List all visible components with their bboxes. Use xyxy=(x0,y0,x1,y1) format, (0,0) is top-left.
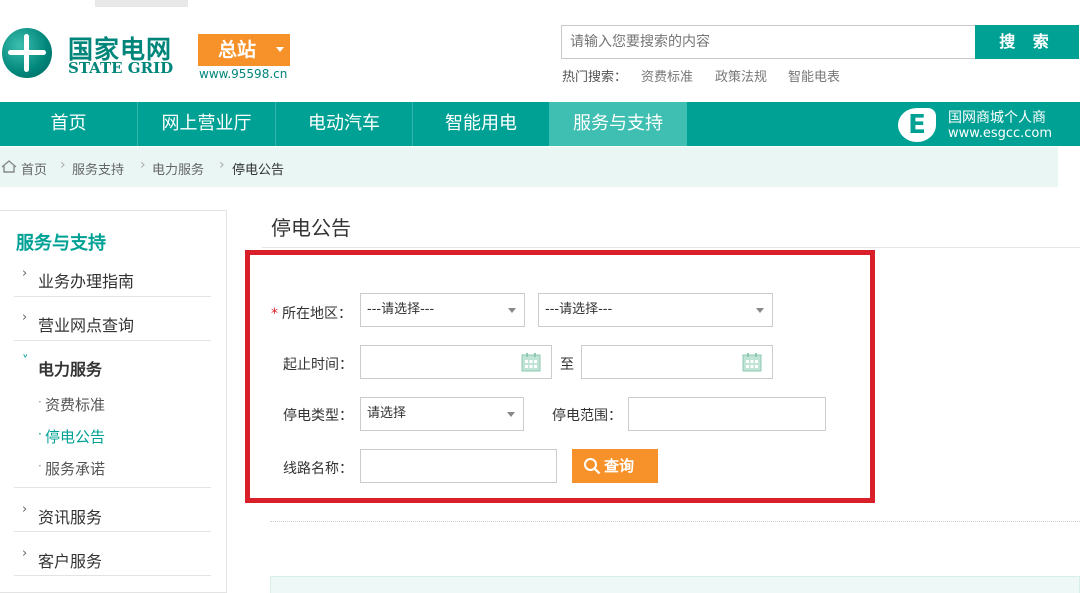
chevron-down-icon xyxy=(276,47,284,52)
bullet-icon: · xyxy=(38,459,42,473)
nav-electric-vehicle[interactable]: 电动汽车 xyxy=(276,102,412,146)
city-select[interactable]: ---请选择--- xyxy=(538,293,773,327)
title-divider xyxy=(262,247,1080,248)
chevron-right-icon: › xyxy=(22,266,28,281)
breadcrumb-outage-notice: 停电公告 xyxy=(232,163,285,178)
bullet-icon: · xyxy=(38,427,42,441)
date-range-separator: 至 xyxy=(560,357,574,373)
chevron-down-icon xyxy=(507,412,515,417)
province-select-value: ---请选择--- xyxy=(367,302,435,317)
sidebar-item-info-service[interactable]: 资讯服务 xyxy=(38,504,102,528)
sidebar-divider xyxy=(14,340,211,341)
logo-english-name: STATE GRID xyxy=(68,59,174,77)
results-panel xyxy=(270,576,1080,593)
page-root: 国家电网 STATE GRID 总站 www.95598.cn 搜 索 热门搜索… xyxy=(0,0,1080,593)
outage-range-input[interactable] xyxy=(628,397,826,431)
query-button-label: 查询 xyxy=(604,457,635,475)
hot-link-tariff[interactable]: 资费标准 xyxy=(641,66,693,85)
sidebar-divider xyxy=(14,575,211,576)
state-grid-logo[interactable]: 国家电网 STATE GRID xyxy=(0,24,180,84)
outage-range-label: 停电范围： xyxy=(552,408,622,424)
nav-home[interactable]: 首页 xyxy=(0,102,137,146)
chevron-right-icon: › xyxy=(60,157,66,173)
chevron-right-icon: › xyxy=(22,502,28,517)
city-select-value: ---请选择--- xyxy=(545,302,613,317)
station-label: 总站 xyxy=(218,39,257,61)
sidebar-subitem-service-commitment[interactable]: 服务承诺 xyxy=(45,458,105,479)
breadcrumb-service-support[interactable]: 服务支持 xyxy=(72,159,124,178)
esgcc-url[interactable]: www.esgcc.com xyxy=(948,126,1052,141)
hot-link-policy[interactable]: 政策法规 xyxy=(715,66,767,85)
province-select[interactable]: ---请选择--- xyxy=(360,293,525,327)
required-mark: * xyxy=(271,306,278,322)
esgcc-name[interactable]: 国网商城个人商 xyxy=(948,107,1046,127)
page-title: 停电公告 xyxy=(271,216,351,240)
region-label: * 所在地区： xyxy=(271,303,352,323)
start-date-input[interactable] xyxy=(360,345,552,379)
time-range-label: 起止时间： xyxy=(283,357,353,373)
chevron-down-icon: ˅ xyxy=(22,354,29,369)
sidebar-subitem-tariff[interactable]: 资费标准 xyxy=(45,394,105,415)
chevron-right-icon: › xyxy=(22,310,28,325)
chevron-down-icon xyxy=(508,308,516,313)
sidebar-subitem-outage-notice[interactable]: 停电公告 xyxy=(45,426,105,447)
search-button[interactable]: 搜 索 xyxy=(975,25,1079,59)
top-tab-strip[interactable] xyxy=(95,0,188,7)
outage-type-label: 停电类型： xyxy=(283,408,353,424)
chevron-right-icon: › xyxy=(219,157,225,173)
station-switch-button[interactable]: 总站 xyxy=(198,34,290,66)
hot-link-smart-meter[interactable]: 智能电表 xyxy=(788,66,840,85)
bullet-icon: · xyxy=(38,395,42,409)
chevron-right-icon: › xyxy=(140,157,146,173)
home-icon xyxy=(1,160,17,173)
sidebar-divider xyxy=(14,296,211,297)
breadcrumb-home[interactable]: 首页 xyxy=(21,159,47,178)
sidebar-item-power-service[interactable]: 电力服务 xyxy=(38,356,102,380)
end-date-input[interactable] xyxy=(581,345,773,379)
globe-icon xyxy=(2,28,52,78)
chevron-right-icon: › xyxy=(22,546,28,561)
site-url[interactable]: www.95598.cn xyxy=(199,67,287,81)
outage-type-select-value: 请选择 xyxy=(367,406,407,421)
nav-service-support[interactable]: 服务与支持 xyxy=(549,102,687,146)
query-button[interactable]: 查询 xyxy=(572,449,658,483)
nav-online-hall[interactable]: 网上营业厅 xyxy=(138,102,275,146)
calendar-icon[interactable] xyxy=(742,352,762,372)
sidebar-divider xyxy=(14,531,211,532)
sidebar-item-customer-service[interactable]: 客户服务 xyxy=(38,548,102,572)
line-name-input[interactable] xyxy=(360,449,557,483)
breadcrumb-power-service[interactable]: 电力服务 xyxy=(152,159,204,178)
search-icon xyxy=(584,458,601,475)
hot-search-label: 热门搜索： xyxy=(562,70,628,85)
chevron-down-icon xyxy=(756,308,764,313)
calendar-icon[interactable] xyxy=(521,352,541,372)
sidebar-item-outlet-query[interactable]: 营业网点查询 xyxy=(38,312,134,336)
region-label-text: 所在地区： xyxy=(282,306,352,322)
outage-type-select[interactable]: 请选择 xyxy=(360,397,524,431)
esgcc-logo-icon[interactable]: E xyxy=(898,108,936,142)
sidebar-title: 服务与支持 xyxy=(16,233,106,254)
nav-smart-power[interactable]: 智能用电 xyxy=(413,102,549,146)
search-input[interactable] xyxy=(561,25,975,59)
line-name-label: 线路名称： xyxy=(283,461,353,477)
sidebar-item-business-guide[interactable]: 业务办理指南 xyxy=(38,268,134,292)
sidebar-divider xyxy=(14,487,211,488)
content-divider xyxy=(270,521,1080,522)
